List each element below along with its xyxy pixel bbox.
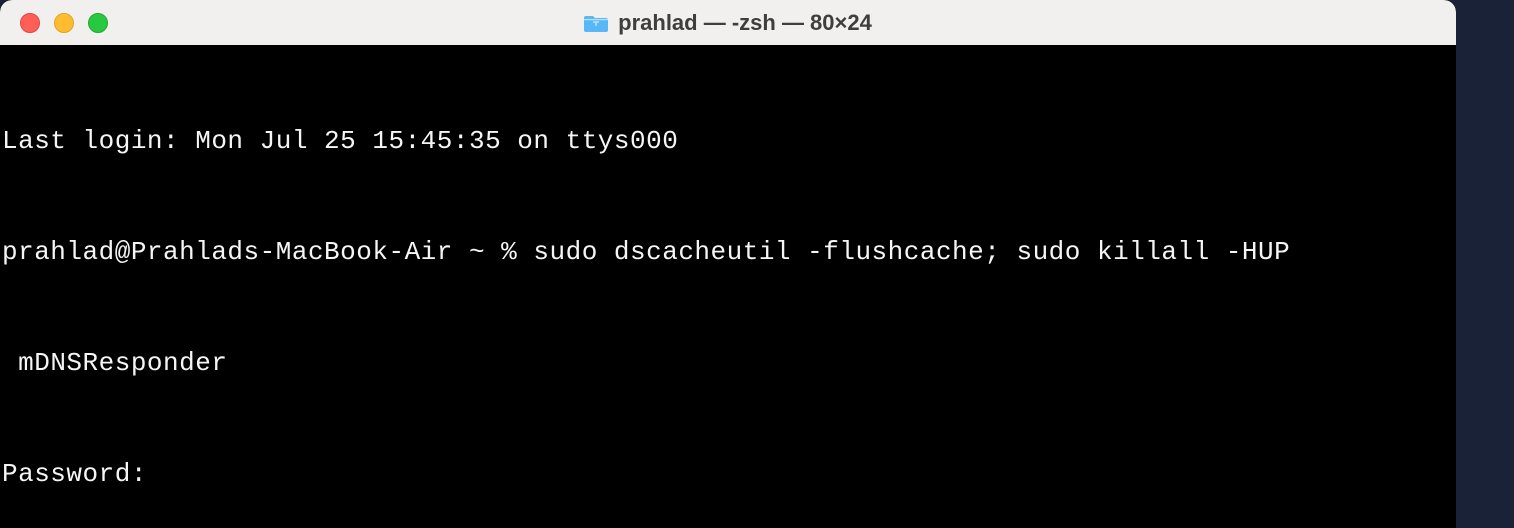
minimize-icon[interactable] bbox=[54, 13, 74, 33]
terminal-window: prahlad — -zsh — 80×24 Last login: Mon J… bbox=[0, 0, 1456, 528]
title-wrap: prahlad — -zsh — 80×24 bbox=[0, 10, 1456, 36]
terminal-line-command: prahlad@Prahlads-MacBook-Air ~ % sudo ds… bbox=[2, 234, 1454, 271]
command-text: sudo dscacheutil -flushcache; sudo killa… bbox=[533, 237, 1290, 267]
terminal-line-last-login: Last login: Mon Jul 25 15:45:35 on ttys0… bbox=[2, 123, 1454, 160]
titlebar[interactable]: prahlad — -zsh — 80×24 bbox=[0, 0, 1456, 45]
traffic-lights bbox=[0, 13, 108, 33]
window-title: prahlad — -zsh — 80×24 bbox=[618, 10, 872, 36]
terminal-body[interactable]: Last login: Mon Jul 25 15:45:35 on ttys0… bbox=[0, 45, 1456, 528]
terminal-line-command-wrap: mDNSResponder bbox=[2, 345, 1454, 382]
folder-icon bbox=[584, 13, 608, 33]
close-icon[interactable] bbox=[20, 13, 40, 33]
terminal-line-password: Password: bbox=[2, 456, 1454, 493]
zoom-icon[interactable] bbox=[88, 13, 108, 33]
shell-prompt: prahlad@Prahlads-MacBook-Air ~ % bbox=[2, 237, 533, 267]
